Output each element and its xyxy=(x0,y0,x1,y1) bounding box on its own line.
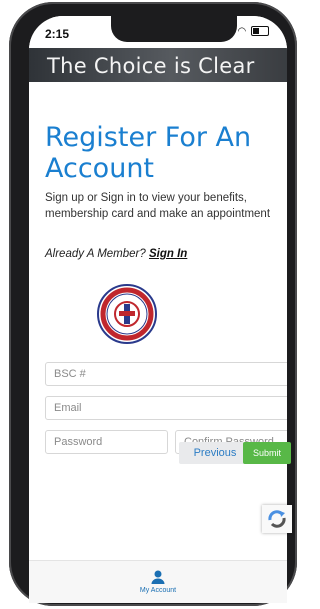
password-input[interactable] xyxy=(46,431,167,453)
password-field[interactable] xyxy=(45,430,168,454)
email-field[interactable] xyxy=(45,396,287,420)
recaptcha-icon xyxy=(268,510,286,528)
page-title: Register For An Account xyxy=(45,122,252,184)
user-icon xyxy=(151,570,165,584)
already-member-text: Already A Member? xyxy=(45,248,146,260)
email-input[interactable] xyxy=(46,397,287,419)
wifi-icon: ◠ xyxy=(237,26,248,37)
union-seal-logo xyxy=(97,284,157,344)
battery-icon xyxy=(251,26,269,37)
page-description: Sign up or Sign in to view your benefits… xyxy=(45,192,271,220)
phone-frame: 2:15 ▂▄▆ ◠ The Choice is Clear Register … xyxy=(9,2,297,606)
banner-text: The Choice is Clear xyxy=(47,54,255,78)
my-account-label: My Account xyxy=(139,587,177,594)
phone-notch xyxy=(111,16,237,42)
status-time: 2:15 xyxy=(45,27,70,41)
bsc-number-field[interactable] xyxy=(45,362,287,386)
already-member-line: Already A Member? Sign In xyxy=(45,248,187,260)
hero-banner: The Choice is Clear xyxy=(29,48,287,82)
bottom-nav: My Account xyxy=(29,560,287,603)
my-account-tab[interactable]: My Account xyxy=(29,561,287,603)
bsc-number-input[interactable] xyxy=(46,363,287,385)
recaptcha-badge[interactable] xyxy=(262,505,292,533)
sign-in-link[interactable]: Sign In xyxy=(149,248,187,260)
submit-button[interactable]: Submit xyxy=(243,442,291,464)
previous-button[interactable]: Previous xyxy=(179,442,251,464)
phone-screen: 2:15 ▂▄▆ ◠ The Choice is Clear Register … xyxy=(29,16,287,602)
